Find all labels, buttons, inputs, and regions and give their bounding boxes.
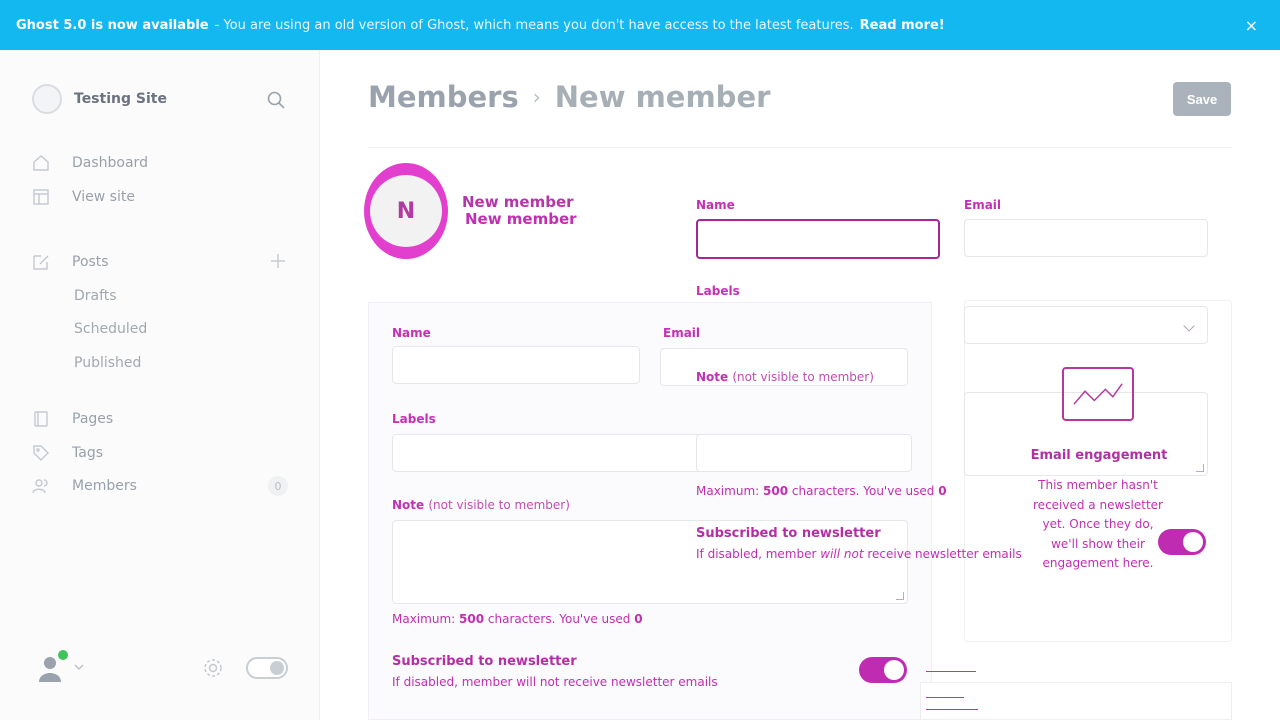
toggle-knob [270, 661, 284, 675]
activity-feed [920, 682, 1232, 720]
avatar: N [364, 163, 448, 259]
activity-divider [926, 671, 976, 672]
sidebar-item-label: Posts [72, 254, 109, 270]
online-status-dot [58, 650, 68, 660]
toggle-knob [1183, 532, 1203, 552]
posts-icon [33, 255, 49, 270]
save-button[interactable]: Save [1173, 82, 1231, 116]
resize-handle[interactable] [1196, 464, 1204, 472]
sidebar-item-dashboard[interactable]: Dashboard [32, 151, 148, 175]
labels-dropdown-overlay [696, 434, 912, 472]
dark-mode-toggle[interactable] [246, 657, 288, 679]
members-count-badge: 0 [268, 476, 288, 496]
home-icon [33, 155, 49, 171]
banner-read-more-link[interactable]: Read more! [860, 18, 945, 33]
sidebar-item-scheduled[interactable]: Scheduled [74, 321, 147, 337]
note-help-text: Maximum: 500 characters. You've used 0 [696, 484, 947, 498]
toggle-knob [884, 660, 904, 680]
ghost-name-input[interactable] [392, 346, 640, 384]
note-label: Note (not visible to member) [696, 370, 874, 384]
email-engagement-description: This member hasn't received a newsletter… [1033, 478, 1163, 570]
sidebar-item-pages[interactable]: Pages [32, 407, 113, 431]
pages-icon [34, 411, 48, 427]
sidebar-item-members[interactable]: Members 0 [32, 474, 292, 498]
ghost-subscribed-title: Subscribed to newsletter [392, 654, 577, 669]
avatar-initials: N [370, 175, 442, 247]
update-banner: Ghost 5.0 is now available - You are usi… [0, 0, 1280, 50]
header-divider [368, 147, 1232, 148]
labels-input[interactable] [964, 306, 1208, 344]
name-input[interactable] [696, 219, 940, 259]
sidebar-item-published[interactable]: Published [74, 355, 141, 371]
breadcrumb-members-link[interactable]: Members [368, 80, 519, 114]
email-engagement-title: Email engagement [1030, 448, 1168, 463]
sidebar-footer [32, 650, 292, 684]
breadcrumb-separator: › [532, 85, 541, 109]
subscribed-title: Subscribed to newsletter [696, 526, 881, 541]
site-name: Testing Site [74, 91, 167, 107]
sidebar-item-label: Tags [72, 445, 103, 461]
main-content: Members › New member Save Name Email Lab… [320, 50, 1280, 720]
labels-label: Labels [696, 284, 740, 298]
breadcrumb: Members › New member [368, 80, 770, 114]
tag-icon [33, 445, 49, 461]
search-icon[interactable] [266, 90, 286, 110]
view-site-icon [33, 189, 49, 205]
sidebar-item-drafts[interactable]: Drafts [74, 288, 117, 304]
activity-divider [926, 709, 978, 710]
ghost-name-label: Name [392, 326, 431, 340]
chevron-down-icon [1183, 320, 1195, 332]
email-engagement-icon [1062, 367, 1134, 421]
sidebar: Testing Site Dashboard View site Posts D… [0, 50, 320, 720]
chevron-down-icon[interactable] [72, 660, 86, 674]
sidebar-item-posts[interactable]: Posts [32, 250, 292, 274]
activity-divider [926, 697, 964, 698]
ghost-note-help: Maximum: 500 characters. You've used 0 [392, 612, 643, 626]
page-title: New member [554, 80, 771, 114]
banner-title: Ghost 5.0 is now available [16, 17, 209, 33]
member-name-title-duplicate: New member [465, 210, 577, 228]
name-label: Name [696, 198, 735, 212]
banner-message: - You are using an old version of Ghost,… [214, 17, 854, 33]
members-icon [32, 479, 48, 494]
sidebar-item-label: Members [72, 478, 137, 494]
site-header[interactable]: Testing Site [32, 84, 167, 114]
plus-icon[interactable] [270, 253, 286, 269]
sidebar-item-tags[interactable]: Tags [32, 441, 103, 465]
sidebar-item-label: Pages [72, 411, 114, 427]
gear-icon[interactable] [202, 657, 224, 679]
ghost-note-label: Note (not visible to member) [392, 498, 570, 512]
sidebar-item-label: Dashboard [72, 155, 148, 171]
sidebar-item-label: View site [72, 189, 135, 205]
ghost-newsletter-toggle[interactable] [859, 657, 907, 683]
resize-handle[interactable] [896, 592, 904, 600]
user-menu[interactable] [36, 650, 68, 682]
ghost-subscribed-desc: If disabled, member will not receive new… [392, 675, 718, 689]
email-input[interactable] [964, 219, 1208, 257]
subscribed-desc: If disabled, member will not receive new… [696, 547, 1022, 561]
close-icon[interactable]: × [1245, 16, 1258, 35]
site-logo [32, 84, 62, 114]
ghost-labels-label: Labels [392, 412, 436, 426]
member-name-title: New member [462, 193, 574, 211]
email-label: Email [964, 198, 1002, 212]
sidebar-item-view-site[interactable]: View site [32, 185, 135, 209]
ghost-email-label: Email [663, 326, 701, 340]
